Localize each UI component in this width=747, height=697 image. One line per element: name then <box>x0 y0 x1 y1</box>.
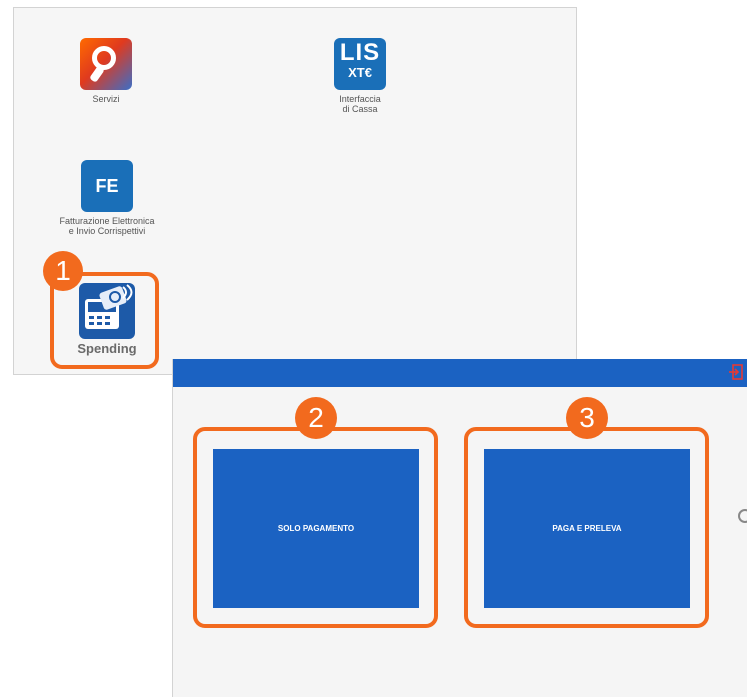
exit-icon[interactable] <box>729 364 743 380</box>
callout-badge-2: 2 <box>295 397 337 439</box>
app-interfaccia-cassa-label: Interfaccia di Cassa <box>339 94 381 114</box>
top-bar <box>173 359 747 387</box>
app-fatturazione-label: Fatturazione Elettronica e Invio Corrisp… <box>59 216 155 236</box>
callout-ring-2 <box>193 427 438 628</box>
partial-edge-icon[interactable] <box>738 509 747 523</box>
servizi-app-icon <box>80 38 132 90</box>
fe-app-icon: FE <box>81 160 133 212</box>
app-servizi-label: Servizi <box>92 94 120 104</box>
callout-badge-3: 3 <box>566 397 608 439</box>
lis-app-icon: LIS XT€ <box>334 38 386 90</box>
app-servizi[interactable]: Servizi <box>71 38 141 104</box>
app-interfaccia-cassa[interactable]: LIS XT€ Interfaccia di Cassa <box>322 38 398 114</box>
app-fatturazione-elettronica[interactable]: FE Fatturazione Elettronica e Invio Corr… <box>22 160 192 236</box>
callout-badge-1: 1 <box>43 251 83 291</box>
callout-ring-3 <box>464 427 709 628</box>
